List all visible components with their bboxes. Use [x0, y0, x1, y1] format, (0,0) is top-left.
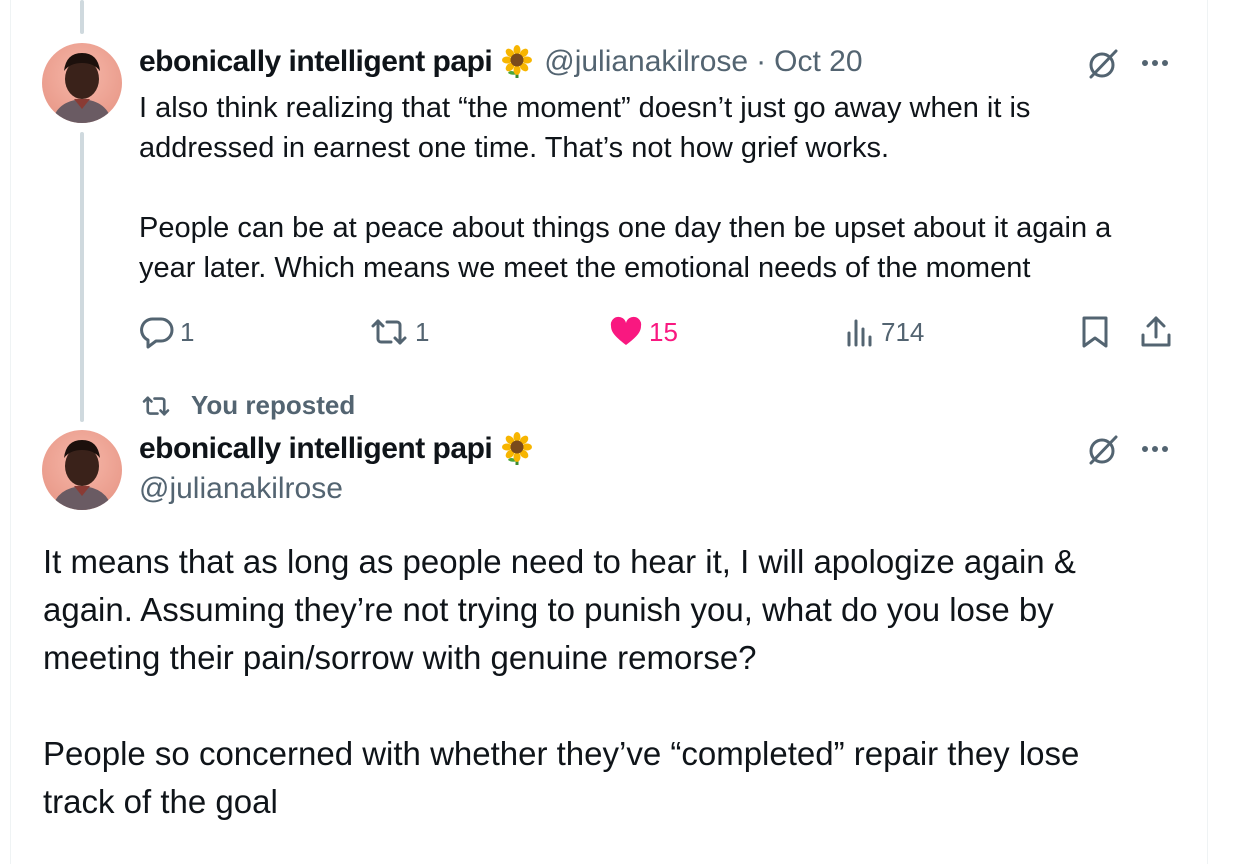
- timeline-border-right: [1207, 0, 1208, 864]
- repost-icon: [142, 395, 170, 416]
- views-icon: [847, 319, 872, 347]
- views-count: 714: [881, 316, 925, 347]
- timestamp[interactable]: Oct 20: [774, 45, 862, 79]
- avatar-image: [42, 43, 122, 123]
- avatar[interactable]: [42, 43, 122, 123]
- timeline-border-left: [10, 0, 11, 864]
- like-count: 15: [649, 316, 678, 347]
- grok-icon[interactable]: [1086, 433, 1120, 472]
- thread-connector: [80, 132, 84, 422]
- grok-icon[interactable]: [1086, 47, 1120, 86]
- repost-icon: [371, 319, 407, 345]
- share-button[interactable]: [1140, 315, 1172, 349]
- handle[interactable]: @julianakilrose: [139, 472, 343, 506]
- repost-count: 1: [415, 316, 430, 347]
- repost-button[interactable]: 1: [369, 315, 429, 349]
- reply-button[interactable]: 1: [140, 315, 194, 349]
- more-options-icon[interactable]: [1140, 55, 1170, 76]
- tweet-header: ebonically intelligent papi: [139, 432, 534, 466]
- display-name[interactable]: ebonically intelligent papi: [139, 45, 493, 79]
- sunflower-icon: [500, 432, 534, 466]
- handle[interactable]: @julianakilrose: [544, 45, 748, 79]
- avatar[interactable]: [42, 430, 122, 510]
- views-button[interactable]: 714: [845, 315, 924, 349]
- bookmark-button[interactable]: [1080, 315, 1110, 349]
- sunflower-icon: [500, 45, 534, 79]
- tweet-header: ebonically intelligent papi @julianakilr…: [139, 45, 863, 79]
- more-options-icon[interactable]: [1140, 441, 1170, 462]
- heart-filled-icon: [610, 316, 642, 345]
- tweet-text: It means that as long as people need to …: [43, 543, 1080, 820]
- bookmark-icon: [1082, 316, 1108, 348]
- reply-icon: [140, 317, 174, 349]
- display-name[interactable]: ebonically intelligent papi: [139, 432, 493, 466]
- avatar-image: [42, 430, 122, 510]
- thread-connector-top: [80, 0, 84, 34]
- reply-count: 1: [180, 316, 195, 347]
- repost-context-label[interactable]: You reposted: [191, 390, 355, 421]
- separator-dot: ·: [756, 45, 767, 78]
- tweet-text: I also think realizing that “the moment”…: [139, 92, 1112, 284]
- like-button[interactable]: 15: [609, 315, 678, 349]
- repost-context: You reposted: [141, 390, 355, 421]
- share-icon: [1141, 316, 1171, 347]
